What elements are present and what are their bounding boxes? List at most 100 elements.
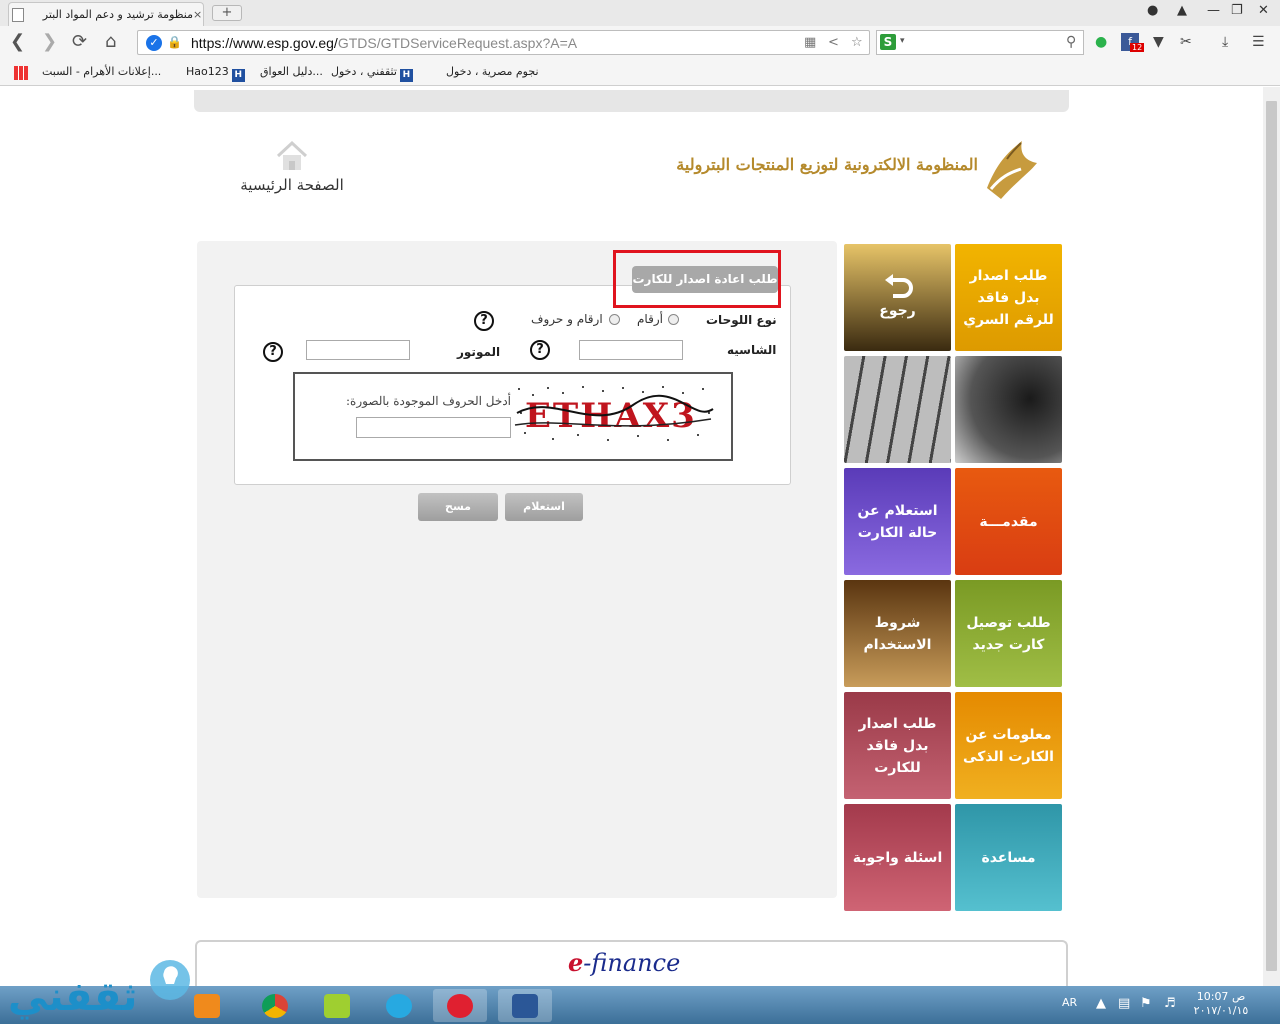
back-icon[interactable]: ❮ xyxy=(10,31,25,52)
watermark-logo: ثقفني xyxy=(8,960,190,1020)
tile-intro[interactable]: مقدمـــة xyxy=(955,468,1062,575)
scrollbar[interactable] xyxy=(1263,87,1280,987)
dropdown-icon[interactable]: ▾ xyxy=(900,36,905,46)
pin-icon[interactable]: ▲ xyxy=(1177,3,1187,18)
tile-smart-card-info[interactable]: معلومات عن الكارت الذكى xyxy=(955,692,1062,799)
taskbar-app-video[interactable] xyxy=(372,989,426,1022)
tile-new-card-delivery[interactable]: طلب توصيل كارت جديد xyxy=(955,580,1062,687)
tile-back-label: رجوع xyxy=(879,302,916,319)
translate-icon[interactable]: ▦ xyxy=(804,35,816,50)
site-icon: H xyxy=(399,69,413,82)
reload-icon[interactable]: ⟳ xyxy=(72,31,87,52)
clear-button[interactable]: مسح xyxy=(418,493,498,521)
title-highlight-box xyxy=(613,250,781,308)
bookmark-item[interactable]: HHao123 xyxy=(186,65,245,82)
close-window-icon[interactable]: ✕ xyxy=(1258,3,1269,18)
bookmark-item[interactable]: ...إعلانات الأهرام - السبت xyxy=(42,65,161,78)
verified-icon: ✓ xyxy=(146,35,162,51)
tab-close-icon[interactable]: × xyxy=(193,8,202,21)
bookmark-star-icon[interactable]: ☆ xyxy=(851,35,863,50)
search-engine-icon: S xyxy=(880,34,896,50)
chassis-input[interactable] xyxy=(579,340,683,360)
motor-input[interactable] xyxy=(306,340,410,360)
tile-help[interactable]: مساعدة xyxy=(955,804,1062,911)
page-top-bar xyxy=(194,90,1069,112)
tile-back[interactable]: رجوع xyxy=(844,244,951,351)
captcha-image: ETHAX3 xyxy=(513,383,715,445)
chrome-icon xyxy=(262,994,288,1018)
tab-strip: منظومة ترشيد و دعم المواد البتر × + ● ▲ … xyxy=(0,0,1280,26)
plate-help-icon[interactable]: ? xyxy=(474,311,494,331)
chassis-label: الشاسيه xyxy=(727,343,777,357)
forward-icon[interactable]: ❯ xyxy=(42,31,57,52)
chassis-help-icon[interactable]: ? xyxy=(530,340,550,360)
clock-time: 10:07 ص xyxy=(1196,990,1246,1003)
action-center-icon[interactable]: ⚑ xyxy=(1140,996,1152,1011)
captcha-text: ETHAX3 xyxy=(525,396,697,436)
share-icon[interactable]: < xyxy=(828,35,839,50)
taskbar-app-hao123[interactable] xyxy=(310,989,364,1022)
restore-icon[interactable]: ❐ xyxy=(1231,3,1243,18)
bookmark-item[interactable]: Hتثقفني ، دخول xyxy=(331,65,413,82)
video-player-icon xyxy=(386,994,412,1018)
efinance-logo: e-finance xyxy=(568,948,681,977)
tile-card-status[interactable]: استعلام عن حالة الكارت xyxy=(844,468,951,575)
page-favicon-icon xyxy=(12,8,24,22)
radio-numbers-letters-label: ارقام و حروف xyxy=(531,312,603,326)
new-tab-button[interactable]: + xyxy=(212,5,242,21)
tile-terms[interactable]: شروط الاستخدام xyxy=(844,580,951,687)
scissors-icon[interactable]: ✂ xyxy=(1180,34,1192,50)
extension-search-box[interactable]: S ▾ ⚲ xyxy=(876,30,1084,55)
volume-muted-icon[interactable]: ♬ xyxy=(1164,996,1176,1011)
logo-hand-icon xyxy=(987,141,1037,199)
lock-icon: 🔒 xyxy=(167,35,182,49)
url-text: https://www.esp.gov.eg/GTDS/GTDServiceRe… xyxy=(191,35,578,51)
tile-lost-card[interactable]: طلب اصدار بدل فاقد للكارت xyxy=(844,692,951,799)
download-helper-icon[interactable]: ▼ xyxy=(1153,34,1164,50)
tab-title: منظومة ترشيد و دعم المواد البتر xyxy=(42,8,193,21)
menu-icon[interactable]: ☰ xyxy=(1252,34,1265,50)
taskbar-app-word[interactable] xyxy=(498,989,552,1022)
taskbar-app-chrome[interactable] xyxy=(248,989,302,1022)
taskbar-app-browser[interactable] xyxy=(433,989,487,1022)
radio-numbers-letters[interactable] xyxy=(609,314,620,325)
svg-text:ثقفني: ثقفني xyxy=(8,974,137,1020)
keyboard-photo xyxy=(844,356,951,463)
captcha-input[interactable] xyxy=(356,417,511,438)
minimize-icon[interactable]: — xyxy=(1207,3,1220,18)
inquiry-button[interactable]: استعلام xyxy=(505,493,583,521)
captcha-label: أدخل الحروف الموجودة بالصورة: xyxy=(346,394,511,408)
tile-lost-pin[interactable]: طلب اصدار بدل فاقد للرقم السري xyxy=(955,244,1062,351)
search-icon[interactable]: ⚲ xyxy=(1066,34,1076,50)
clock-date: ٢٠١٧/٠١/١٥ xyxy=(1193,1004,1249,1017)
bookmark-item[interactable]: ...دليل العواق xyxy=(260,65,323,78)
site-logo-text: المنظومة الالكترونية لتوزيع المنتجات الب… xyxy=(676,155,978,174)
motor-help-icon[interactable]: ? xyxy=(263,342,283,362)
keyboard-photo xyxy=(955,356,1062,463)
profile-icon[interactable]: ● xyxy=(1147,3,1158,18)
whatsapp-icon[interactable]: ● xyxy=(1095,34,1107,50)
tray-arrow-icon[interactable]: ▲ xyxy=(1096,996,1106,1011)
browser-tab[interactable]: منظومة ترشيد و دعم المواد البتر × xyxy=(8,2,204,26)
bookmark-item[interactable]: نجوم مصرية ، دخول xyxy=(446,65,539,78)
site-icon: H xyxy=(231,69,245,82)
radio-numbers[interactable] xyxy=(668,314,679,325)
downloads-icon[interactable]: ⤓ xyxy=(1222,34,1228,50)
language-indicator[interactable]: AR xyxy=(1062,996,1077,1009)
tile-faq[interactable]: اسئلة واجوبة xyxy=(844,804,951,911)
motor-label: الموتور xyxy=(457,345,501,359)
captcha-box: ETHAX3 أدخل الحروف الموجودة بالصورة: xyxy=(293,372,733,461)
network-error-icon[interactable]: ▤ xyxy=(1118,996,1130,1011)
notification-badge: 12 xyxy=(1130,43,1145,52)
home-icon[interactable]: ⌂ xyxy=(105,31,116,52)
scrollbar-thumb[interactable] xyxy=(1266,101,1277,971)
word-icon xyxy=(512,994,538,1018)
home-label: الصفحة الرئيسية xyxy=(240,176,344,194)
house-icon xyxy=(276,140,308,170)
system-clock[interactable]: 10:07 ص ٢٠١٧/٠١/١٥ xyxy=(1186,990,1256,1018)
browser-toolbar: ❮ ❯ ⟳ ⌂ ✓ 🔒 https://www.esp.gov.eg/GTDS/… xyxy=(0,26,1280,60)
plate-type-label: نوع اللوحات xyxy=(706,313,777,327)
apps-icon[interactable] xyxy=(14,66,28,80)
address-bar[interactable]: ✓ 🔒 https://www.esp.gov.eg/GTDS/GTDServi… xyxy=(137,30,870,55)
home-link[interactable]: الصفحة الرئيسية xyxy=(232,140,352,194)
